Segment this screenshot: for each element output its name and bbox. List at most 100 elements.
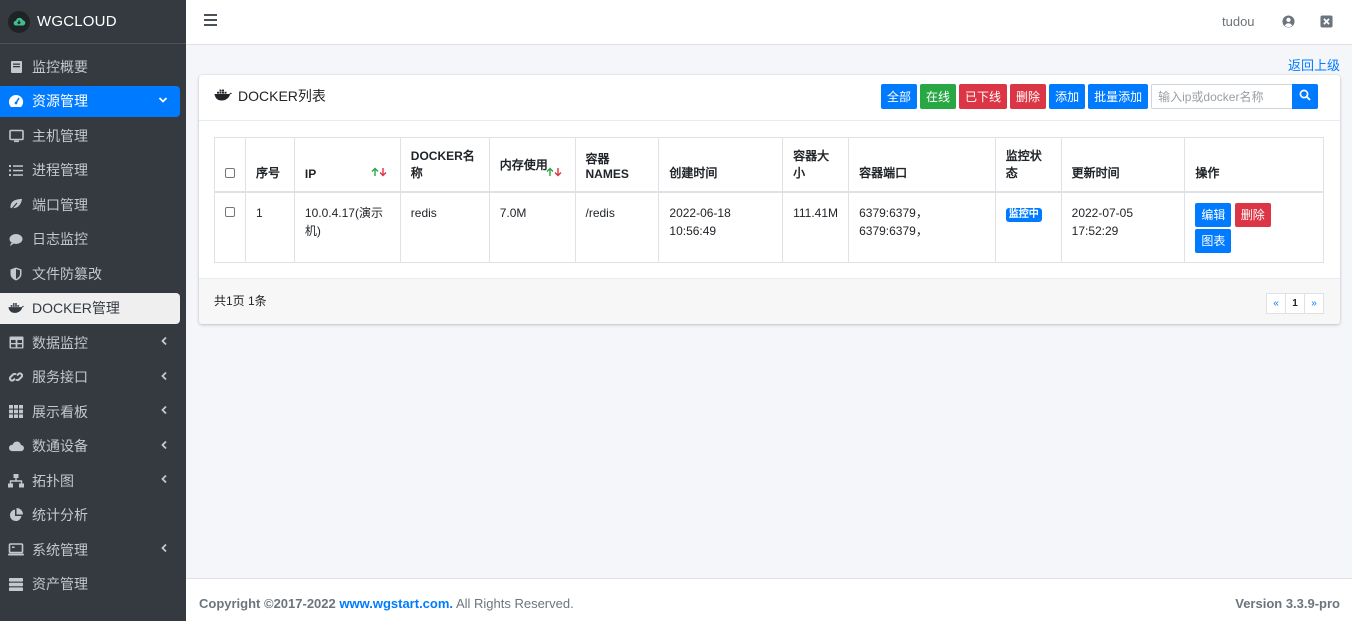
row-delete-button[interactable]: 删除 [1235,203,1271,227]
chevron-down-icon [158,94,168,108]
cell-updated: 2022-07-05 17:52:29 [1061,192,1185,263]
sidebar-item-assets[interactable]: 资产管理 [0,569,180,600]
delete-button[interactable]: 删除 [1010,84,1046,109]
port-entry: 6379:6379， [859,222,985,240]
sidebar-item-statistics[interactable]: 统计分析 [0,500,180,531]
docker-list-card: DOCKER列表 全部 在线 已下线 删除 添加 批量添加 序号 IP [199,75,1340,324]
shield-icon [8,266,24,282]
col-ports: 容器端口 [849,138,996,192]
brand[interactable]: WGCLOUD [0,0,186,44]
username[interactable]: tudou [1222,14,1255,29]
sidebar-item-logs[interactable]: 日志监控 [0,224,180,255]
created-time: 10:56:49 [669,222,772,240]
cell-ip: 10.0.4.17(演示机) [294,192,400,263]
sidebar-item-label: DOCKER管理 [32,298,120,318]
pagination: « 1 » [1267,293,1324,314]
page-footer: Copyright ©2017-2022 www.wgstart.com. Al… [186,578,1352,621]
server-icon [8,576,24,592]
sidebar-item-system[interactable]: 系统管理 [0,534,180,565]
sidebar-item-label: 数据监控 [32,333,88,353]
sidebar-item-network-devices[interactable]: 数通设备 [0,431,180,462]
sidebar-item-label: 服务接口 [32,367,88,387]
sidebar-item-hosts[interactable]: 主机管理 [0,120,180,151]
select-all-checkbox[interactable] [225,168,235,178]
copyright-prefix: Copyright ©2017-2022 [199,596,336,611]
edit-button[interactable]: 编辑 [1195,203,1231,227]
sidebar-item-label: 数通设备 [32,436,88,456]
table-icon [8,335,24,351]
page-1-button[interactable]: 1 [1285,293,1305,314]
sidebar-item-data-monitor[interactable]: 数据监控 [0,327,180,358]
card-footer: 共1页 1条 « 1 » [199,278,1340,324]
dashboard-icon [8,93,24,109]
sidebar-item-resources[interactable]: 资源管理 [0,86,180,117]
site-link[interactable]: www.wgstart.com. [339,596,453,611]
version: Version 3.3.9-pro [1235,596,1340,611]
batch-add-button[interactable]: 批量添加 [1088,84,1148,109]
close-window-icon[interactable] [1320,15,1333,31]
col-docker-name: DOCKER名称 [400,138,489,192]
sitemap-icon [8,473,24,489]
hamburger-menu-icon[interactable] [204,14,217,26]
sidebar-item-dashboard-board[interactable]: 展示看板 [0,396,180,427]
port-entry: 6379:6379， [859,204,985,222]
sidebar-item-docker[interactable]: DOCKER管理 [0,293,180,324]
row-select-cell [215,192,246,263]
grid-icon [8,404,24,420]
updated-date: 2022-07-05 [1072,204,1175,222]
sidebar-item-service-api[interactable]: 服务接口 [0,362,180,393]
search-button[interactable] [1292,84,1318,109]
filter-all-button[interactable]: 全部 [881,84,917,109]
rights-text: All Rights Reserved. [456,596,574,611]
prev-page-button[interactable]: « [1266,293,1286,314]
cell-memory: 7.0M [489,192,575,263]
filter-offline-button[interactable]: 已下线 [959,84,1007,109]
cell-docker-name: redis [400,192,489,263]
desktop-icon [8,128,24,144]
card-header: DOCKER列表 全部 在线 已下线 删除 添加 批量添加 [199,75,1340,121]
sidebar-item-topology[interactable]: 拓扑图 [0,465,180,496]
sidebar-item-ports[interactable]: 端口管理 [0,189,180,220]
link-icon [8,369,24,385]
sort-icon[interactable] [546,166,563,180]
next-page-button[interactable]: » [1304,293,1324,314]
filter-online-button[interactable]: 在线 [920,84,956,109]
add-button[interactable]: 添加 [1049,84,1085,109]
sidebar-item-label: 日志监控 [32,229,88,249]
back-link[interactable]: 返回上级 [1288,55,1340,74]
sidebar-item-label: 系统管理 [32,540,88,560]
col-updated: 更新时间 [1061,138,1185,192]
row-checkbox[interactable] [225,207,235,217]
book-icon [8,59,24,75]
sidebar-item-processes[interactable]: 进程管理 [0,155,180,186]
sidebar-item-label: 展示看板 [32,402,88,422]
laptop-icon [8,542,24,558]
select-all-header [215,138,246,192]
col-ip-label: IP [305,167,316,181]
created-date: 2022-06-18 [669,204,772,222]
card-title: DOCKER列表 [214,86,326,106]
docker-icon [8,300,24,316]
chevron-left-icon [160,439,168,453]
col-status: 监控状态 [995,138,1061,192]
top-navbar: tudou [186,0,1352,45]
cell-ports: 6379:6379， 6379:6379， [849,192,996,263]
col-memory[interactable]: 内存使用 [489,138,575,192]
comment-icon [8,231,24,247]
sidebar-item-overview[interactable]: 监控概要 [0,51,180,82]
docker-icon [214,88,232,104]
col-ip[interactable]: IP [294,138,400,192]
chart-button[interactable]: 图表 [1195,229,1231,253]
brand-name: WGCLOUD [37,13,117,30]
cell-index: 1 [246,192,295,263]
toolbar: 全部 在线 已下线 删除 添加 批量添加 [881,84,1318,109]
sidebar-item-file-tamper[interactable]: 文件防篡改 [0,258,180,289]
chevron-left-icon [160,370,168,384]
search-input[interactable] [1151,84,1292,109]
cloud-logo-icon [8,11,30,33]
chevron-left-icon [160,404,168,418]
user-circle-icon[interactable] [1282,15,1295,31]
cell-created: 2022-06-18 10:56:49 [659,192,783,263]
card-title-text: DOCKER列表 [238,86,326,106]
sort-icon[interactable] [371,166,388,180]
